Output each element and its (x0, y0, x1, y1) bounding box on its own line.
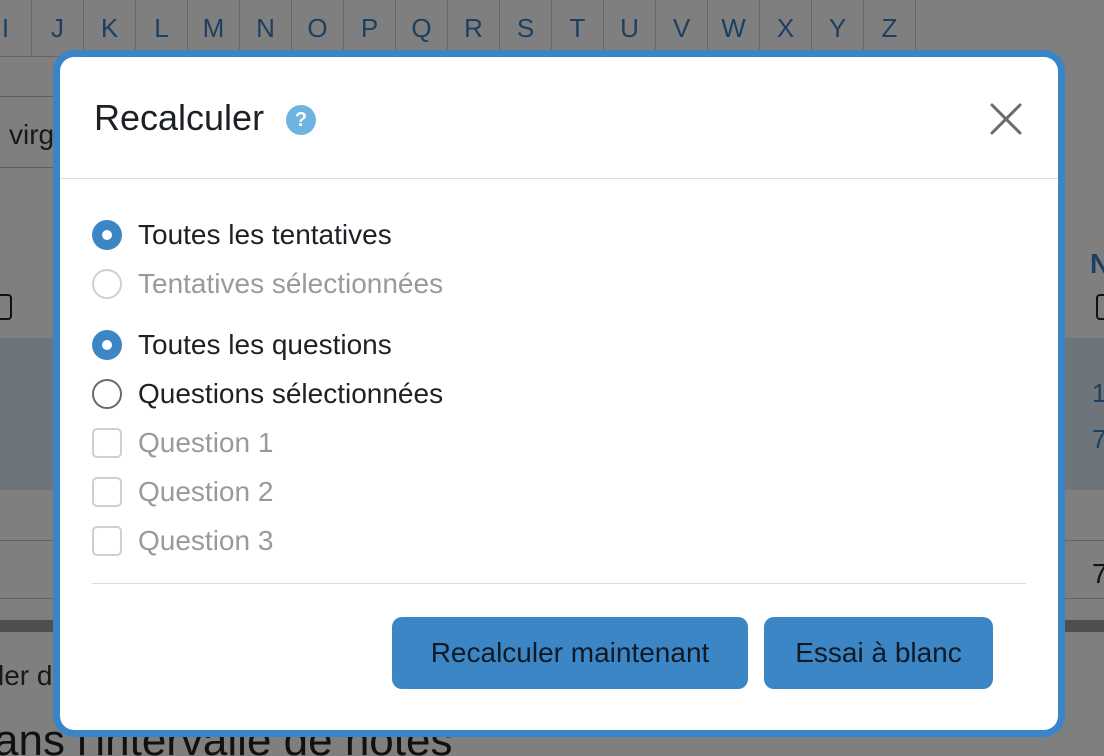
radio-selected-attempts: Tentatives sélectionnées (92, 264, 443, 304)
checkbox (92, 477, 122, 507)
checkbox (92, 428, 122, 458)
checkbox (92, 526, 122, 556)
dialog-title: Recalculer (94, 97, 265, 138)
radio-button[interactable] (92, 220, 122, 250)
checkbox-label: Question 1 (138, 427, 274, 458)
dialog-header: Recalculer ? (60, 57, 1058, 179)
checkbox-question-2: Question 2 (92, 472, 273, 512)
dialog-divider (92, 583, 1026, 584)
radio-button[interactable] (92, 379, 122, 409)
radio-label: Toutes les questions (138, 329, 392, 360)
radio-label: Questions sélectionnées (138, 378, 444, 409)
radio-button (92, 269, 122, 299)
radio-selected-questions[interactable]: Questions sélectionnées (92, 374, 443, 414)
help-icon[interactable]: ? (286, 105, 316, 135)
dry-run-button[interactable]: Essai à blanc (764, 617, 993, 689)
radio-label: Toutes les tentatives (138, 219, 392, 250)
radio-all-questions[interactable]: Toutes les questions (92, 325, 392, 365)
close-icon (990, 103, 1022, 135)
checkbox-label: Question 2 (138, 476, 274, 507)
recalculate-dialog: Recalculer ? Toutes les tentatives Tenta… (60, 57, 1058, 730)
checkbox-question-1: Question 1 (92, 423, 273, 463)
radio-label: Tentatives sélectionnées (138, 268, 444, 299)
radio-all-attempts[interactable]: Toutes les tentatives (92, 215, 392, 255)
checkbox-question-3: Question 3 (92, 521, 273, 561)
close-button[interactable] (984, 97, 1028, 141)
recalculate-now-button[interactable]: Recalculer maintenant (392, 617, 748, 689)
radio-button[interactable] (92, 330, 122, 360)
checkbox-label: Question 3 (138, 525, 274, 556)
